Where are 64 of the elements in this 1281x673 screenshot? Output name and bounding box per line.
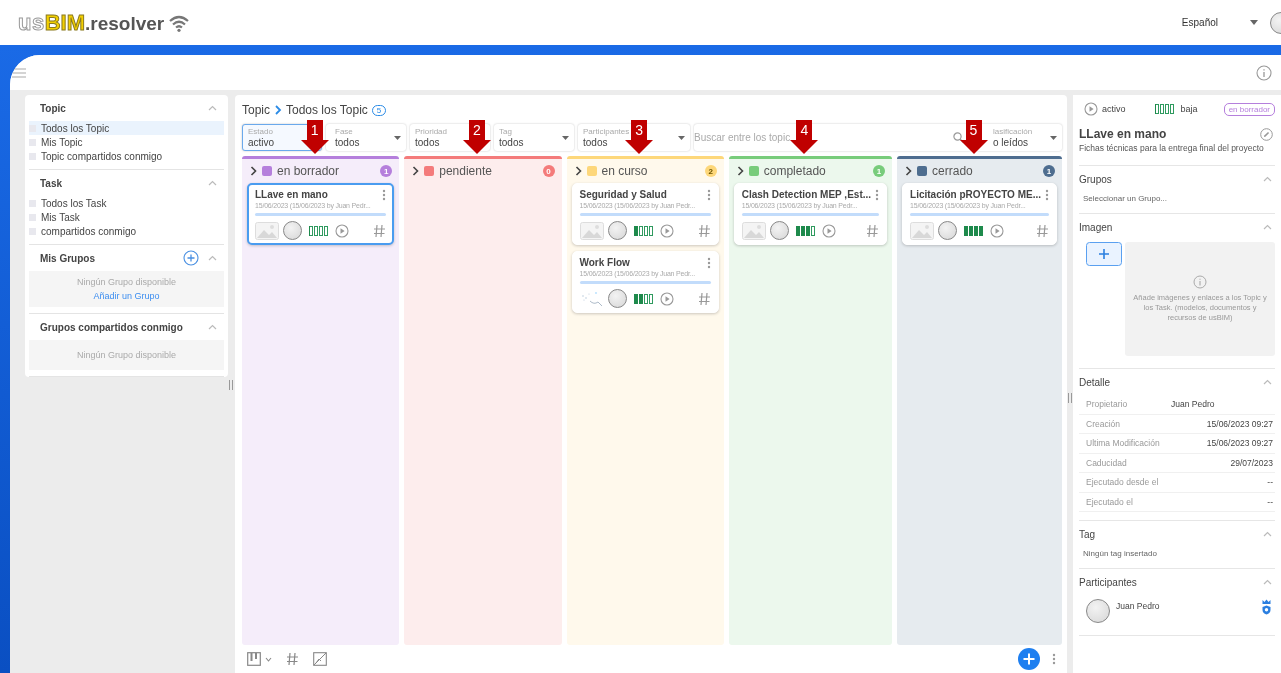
phase-tag: en borrador	[1223, 102, 1275, 116]
field-value: activo	[248, 136, 275, 149]
card-title: Licitación pROYECTO ME...	[910, 189, 1041, 200]
empty-message: Ningún Grupo disponible	[76, 277, 177, 287]
topic-title: LLave en mano	[1079, 127, 1167, 141]
field-value: --	[1267, 477, 1273, 488]
field-label: Propietario	[1086, 399, 1129, 410]
callout-tooltip: 5	[959, 120, 988, 154]
field-label: Tag	[499, 126, 512, 137]
field-label: Fase	[335, 126, 353, 137]
count-badge: 0	[542, 165, 555, 177]
column-title: completado	[763, 164, 826, 178]
field-label: Prioridad	[415, 126, 447, 137]
status-label: activo	[1102, 104, 1126, 114]
column-title: cerrado	[932, 164, 973, 178]
field-value: 15/06/2023 09:27	[1206, 438, 1273, 449]
field-label: Estado	[248, 126, 273, 137]
field-label: Ejecutado el	[1086, 496, 1134, 507]
callout-tooltip: 2	[462, 120, 491, 154]
field-label: Ultima Modificación	[1086, 438, 1161, 449]
participant-name: Juan Pedro	[1116, 601, 1160, 611]
field-value: todos	[415, 136, 440, 149]
empty-message: Ningún Grupo disponible	[76, 350, 177, 360]
column-title: en curso	[601, 164, 648, 178]
count-badge: 1	[873, 165, 886, 177]
priority-label: baja	[1180, 104, 1198, 114]
field-value: todos	[583, 136, 608, 149]
logo: usBIM.resolver	[18, 9, 165, 36]
callout-tooltip: 1	[300, 120, 329, 154]
section-title: Imagen	[1079, 221, 1113, 233]
section-title: Topic	[40, 102, 66, 114]
card-title: Seguridad y Salud	[579, 189, 668, 200]
field-value: --	[1267, 496, 1273, 507]
section-text: Seleccionar un Grupo...	[1082, 193, 1169, 205]
field-label: Ejecutado desde el	[1086, 477, 1160, 488]
field-value: 29/07/2023	[1230, 457, 1273, 468]
count-badge: 1	[380, 165, 393, 177]
column-title: pendiente	[439, 164, 492, 178]
field-value: todos	[335, 136, 360, 149]
column-title: en borrador	[277, 164, 340, 178]
section-title: Tag	[1079, 528, 1096, 540]
field-value: o leídos	[993, 136, 1029, 149]
callout-tooltip: 4	[790, 120, 819, 154]
topic-description: Fichas técnicas para la entrega final del proyecto	[1079, 143, 1275, 166]
section-title: Detalle	[1079, 376, 1111, 388]
section-title: Mis Grupos	[40, 252, 95, 264]
breadcrumb-current: Todos los Topic	[286, 103, 368, 117]
field-value: 15/06/2023 09:27	[1206, 418, 1273, 429]
section-title: Grupos compartidos conmigo	[40, 321, 183, 333]
section-title: Participantes	[1079, 576, 1137, 588]
field-label: Caducidad	[1086, 457, 1128, 468]
section-title: Grupos	[1079, 173, 1112, 185]
count-badge: 1	[1043, 165, 1055, 177]
count-badge: 2	[704, 165, 717, 177]
field-value: todos	[499, 136, 524, 149]
section-text: Ningún tag insertado	[1082, 548, 1158, 560]
field-value: Juan Pedro	[1171, 399, 1216, 410]
field-label: Creación	[1086, 418, 1122, 429]
card-title: Work Flow	[579, 257, 631, 268]
card-title: Clash Detection MEP ,Est...	[741, 189, 872, 200]
field-label: lasificación	[993, 126, 1033, 137]
section-title: Task	[40, 177, 63, 189]
card-title: LLave en mano	[255, 189, 329, 200]
field-label: Participantes	[583, 126, 630, 137]
